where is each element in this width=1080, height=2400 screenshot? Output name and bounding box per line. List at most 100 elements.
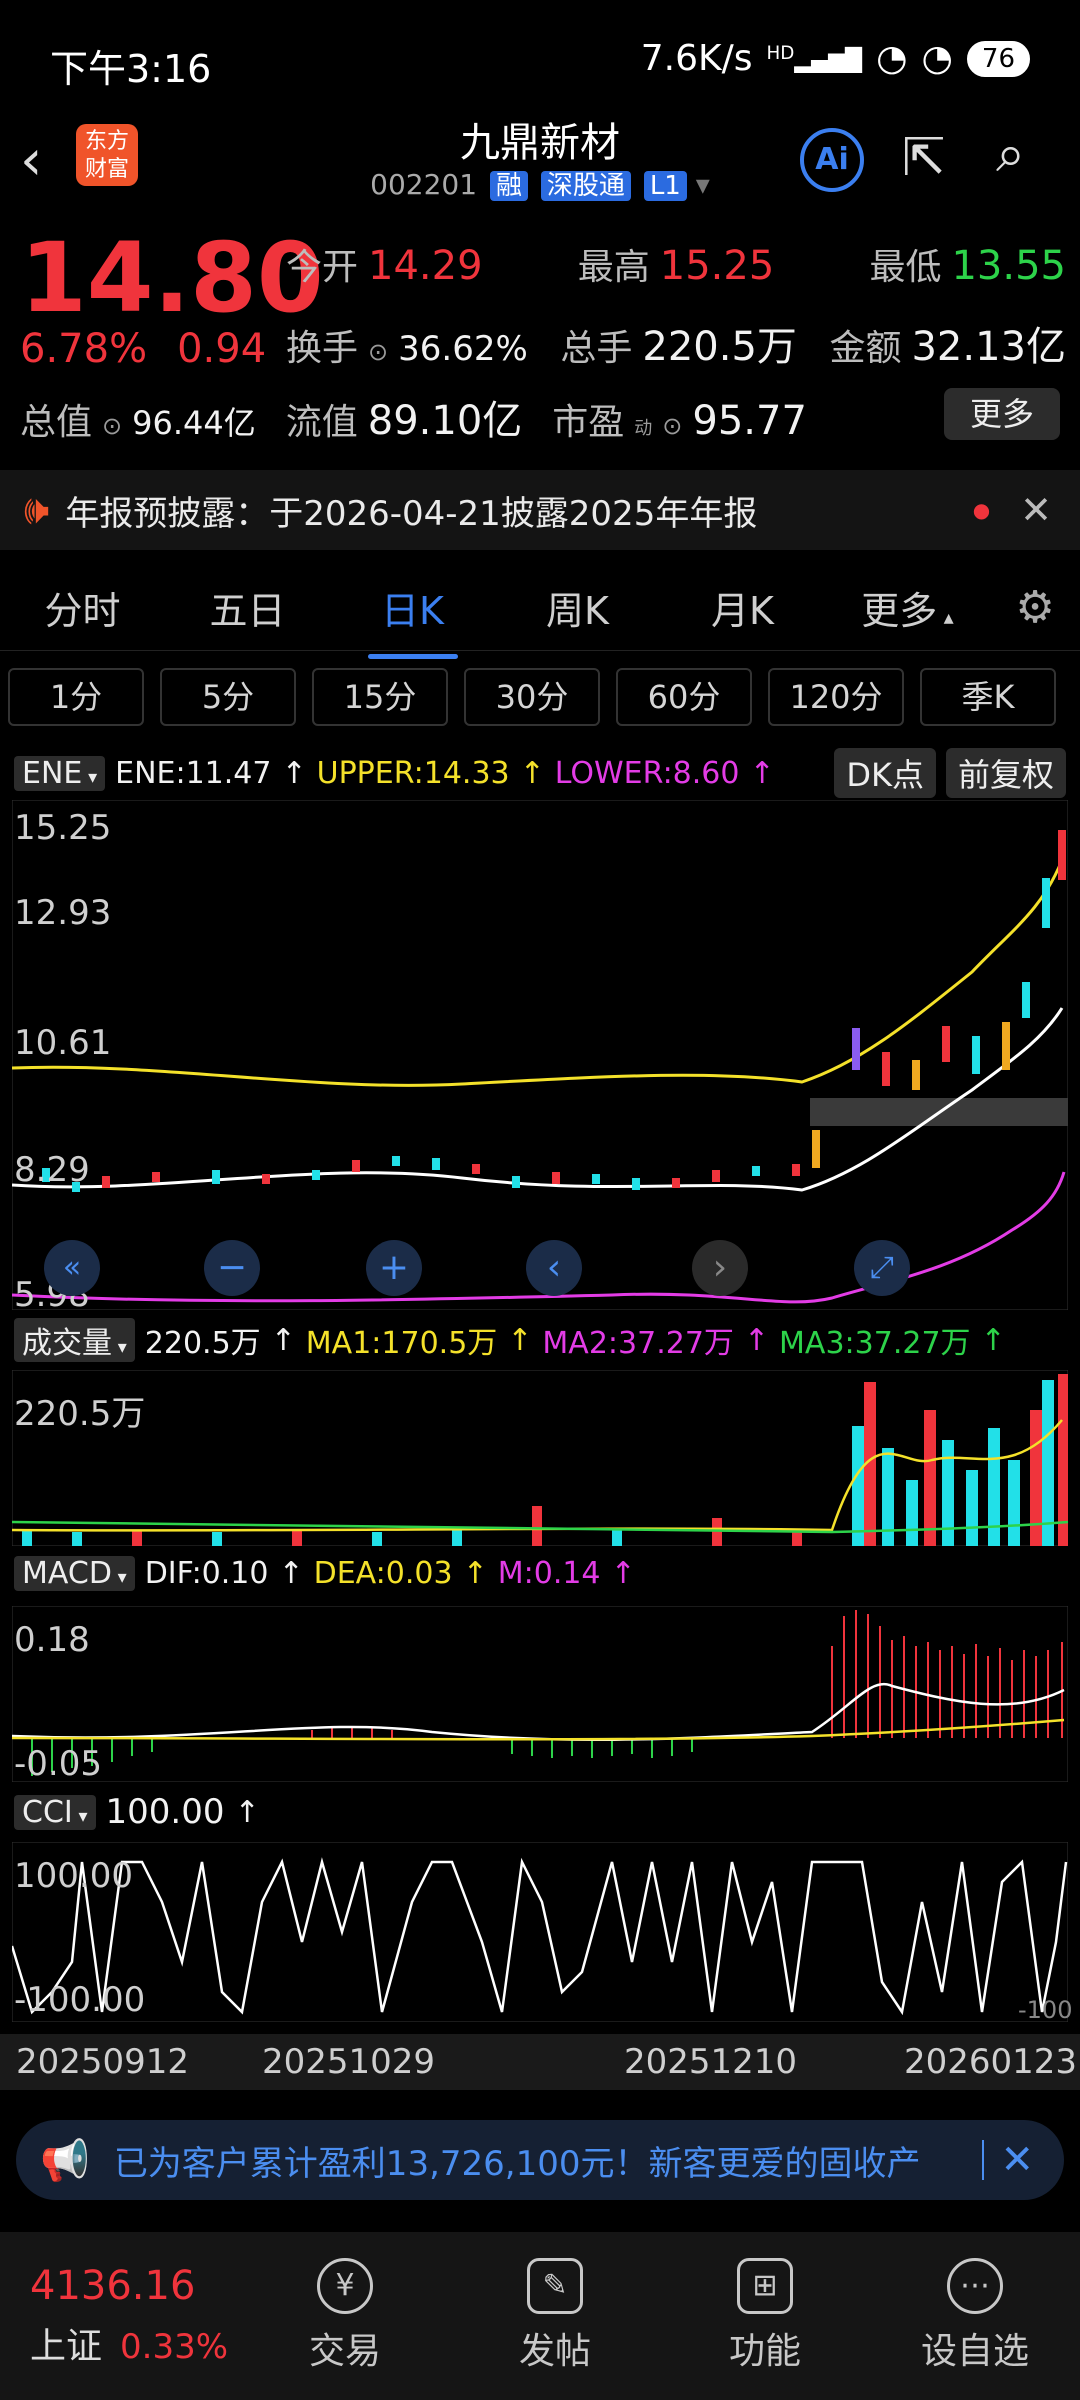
- volume-chart: [12, 1370, 1068, 1546]
- cci-value: 100.00: [105, 1792, 225, 1832]
- promo-banner[interactable]: 📢 已为客户累计盈利13,726,100元！新客更爱的固收产 ✕: [16, 2120, 1064, 2200]
- amount-label: 金额: [829, 328, 902, 369]
- indicator-select[interactable]: ENE ▾: [14, 755, 106, 791]
- float-value: 89.10亿: [367, 398, 523, 444]
- macd-axis-top: 0.18: [14, 1620, 90, 1660]
- period-5m[interactable]: 5分: [160, 668, 296, 726]
- axis-label-2: 12.93: [14, 893, 112, 933]
- volume-indicator-bar: 成交量 ▾ 220.5万 ↑ MA1:170.5万 ↑ MA2:37.27万 ↑ MA…: [14, 1318, 1066, 1362]
- level-tag: L1: [643, 171, 687, 201]
- stock-code: 002201: [370, 168, 478, 201]
- scroll-right-icon[interactable]: ›: [692, 1240, 748, 1296]
- minute-periods: 1分 5分 15分 30分 60分 120分 季K: [8, 668, 1080, 726]
- ai-button[interactable]: Ai: [800, 128, 864, 192]
- volume-value: 220.5万: [642, 324, 797, 370]
- close-icon[interactable]: ✕: [1000, 2137, 1034, 2183]
- high-value: 15.25: [659, 243, 775, 289]
- info-icon[interactable]: ⊙: [662, 412, 682, 440]
- turnover-value: 36.62%: [398, 329, 528, 369]
- macd-select[interactable]: MACD ▾: [14, 1556, 135, 1591]
- nav-post-label: 发帖: [518, 2331, 591, 2372]
- dea-value: DEA:0.03: [313, 1556, 453, 1591]
- nav-add-watchlist[interactable]: ⋯ 设自选: [870, 2232, 1080, 2400]
- tab-more[interactable]: 更多 ▴: [825, 580, 990, 635]
- zoom-in-icon[interactable]: +: [366, 1240, 422, 1296]
- candlestick-chart[interactable]: [12, 800, 1068, 1310]
- index-ticker[interactable]: 4136.16 上证 0.33%: [0, 2232, 240, 2400]
- battery-icon: 76: [966, 40, 1030, 77]
- tab-monthly-k[interactable]: 月K: [660, 580, 825, 635]
- nav-post[interactable]: ✎ 发帖: [450, 2232, 660, 2400]
- period-quarter[interactable]: 季K: [920, 668, 1056, 726]
- ma2-value: MA2:37.27万: [542, 1326, 734, 1361]
- close-icon[interactable]: ✕: [1020, 488, 1052, 532]
- period-1m[interactable]: 1分: [8, 668, 144, 726]
- network-speed: 7.6K/s: [640, 38, 753, 79]
- volume-axis-top: 220.5万: [14, 1394, 146, 1434]
- period-120m[interactable]: 120分: [768, 668, 904, 726]
- float-label: 流值: [285, 402, 358, 443]
- ene-value: ENE:11.47: [115, 755, 272, 791]
- grid-icon: ⊞: [737, 2258, 793, 2314]
- amount-value: 32.13亿: [911, 324, 1066, 370]
- fast-back-icon[interactable]: «: [44, 1240, 100, 1296]
- info-icon[interactable]: ⊙: [368, 338, 388, 366]
- megaphone-icon: 📢: [40, 2137, 90, 2184]
- more-button[interactable]: 更多: [944, 388, 1060, 440]
- wifi-icon-2: ◔: [921, 38, 953, 79]
- date-2: 20251029: [262, 2042, 436, 2082]
- date-axis: 20250912 20251029 20251210 20260123: [0, 2034, 1080, 2090]
- period-30m[interactable]: 30分: [464, 668, 600, 726]
- quote-row-3: 总值 ⊙ 96.44亿 流值 89.10亿 市盈动 ⊙ 95.77: [20, 388, 1080, 446]
- share-icon[interactable]: ⇱: [902, 128, 946, 188]
- index-value: 4136.16: [30, 2263, 196, 2309]
- mktcap-label: 总值: [20, 402, 93, 443]
- info-icon[interactable]: ⊙: [102, 412, 122, 440]
- expand-icon[interactable]: ⤢: [854, 1240, 910, 1296]
- status-bar: 下午3:16 7.6K/s HD▂▄▆█ ◔ ◔ 76: [0, 0, 1080, 120]
- unread-dot: ●: [972, 498, 991, 522]
- lower-value: LOWER:8.60: [554, 755, 740, 791]
- cci-indicator-bar: CCI ▾ 100.00 ↑: [14, 1792, 1066, 1832]
- scroll-left-icon[interactable]: ‹: [526, 1240, 582, 1296]
- axis-label-1: 15.25: [14, 808, 112, 848]
- index-name: 上证: [30, 2326, 103, 2367]
- period-tabs: 分时 五日 日K 周K 月K 更多 ▴ ⚙: [0, 565, 1080, 659]
- notice-bar[interactable]: 🕪 年报预披露：于2026-04-21披露2025年年报 ● ✕: [0, 470, 1080, 550]
- tab-weekly-k[interactable]: 周K: [495, 580, 660, 635]
- search-icon[interactable]: ⌕: [996, 124, 1025, 185]
- volume-select[interactable]: 成交量 ▾: [14, 1318, 135, 1362]
- tab-daily-k[interactable]: 日K: [330, 580, 495, 659]
- period-15m[interactable]: 15分: [312, 668, 448, 726]
- more-icon: ⋯: [947, 2258, 1003, 2314]
- index-percent: 0.33%: [120, 2327, 229, 2367]
- chevron-down-icon: ▾: [695, 168, 710, 201]
- price-change: 6.78% 0.94: [20, 326, 266, 372]
- change-percent: 6.78%: [20, 326, 148, 372]
- nav-function[interactable]: ⊞ 功能: [660, 2232, 870, 2400]
- period-60m[interactable]: 60分: [616, 668, 752, 726]
- volume-current: 220.5万: [144, 1326, 261, 1361]
- m-value: M:0.14: [497, 1556, 601, 1591]
- tab-fenshi[interactable]: 分时: [0, 580, 165, 635]
- main-indicator-bar: ENE ▾ ENE:11.47 ↑ UPPER:14.33 ↑ LOWER:8.60…: [14, 748, 1066, 798]
- notice-text: 年报预披露：于2026-04-21披露2025年年报: [65, 493, 758, 534]
- pe-sup: 动: [634, 418, 653, 439]
- low-value: 13.55: [951, 243, 1066, 289]
- adjust-button[interactable]: 前复权: [945, 748, 1066, 798]
- cci-select[interactable]: CCI ▾: [14, 1794, 96, 1830]
- date-4: 20260123: [904, 2042, 1078, 2082]
- tab-five-day[interactable]: 五日: [165, 580, 330, 635]
- macd-chart: [12, 1606, 1068, 1782]
- nav-trade-label: 交易: [308, 2331, 381, 2372]
- nav-function-label: 功能: [728, 2331, 801, 2372]
- macd-indicator-bar: MACD ▾ DIF:0.10 ↑ DEA:0.03 ↑ M:0.14 ↑: [14, 1556, 1066, 1591]
- nav-trade[interactable]: ¥ 交易: [240, 2232, 450, 2400]
- volume-label: 总手: [560, 328, 633, 369]
- change-amount: 0.94: [177, 326, 267, 372]
- gear-icon[interactable]: ⚙: [990, 582, 1080, 633]
- cci-axis-top: 100.00: [14, 1856, 133, 1896]
- upper-value: UPPER:14.33: [316, 755, 510, 791]
- dk-point-button[interactable]: DK点: [834, 748, 936, 798]
- zoom-out-icon[interactable]: −: [204, 1240, 260, 1296]
